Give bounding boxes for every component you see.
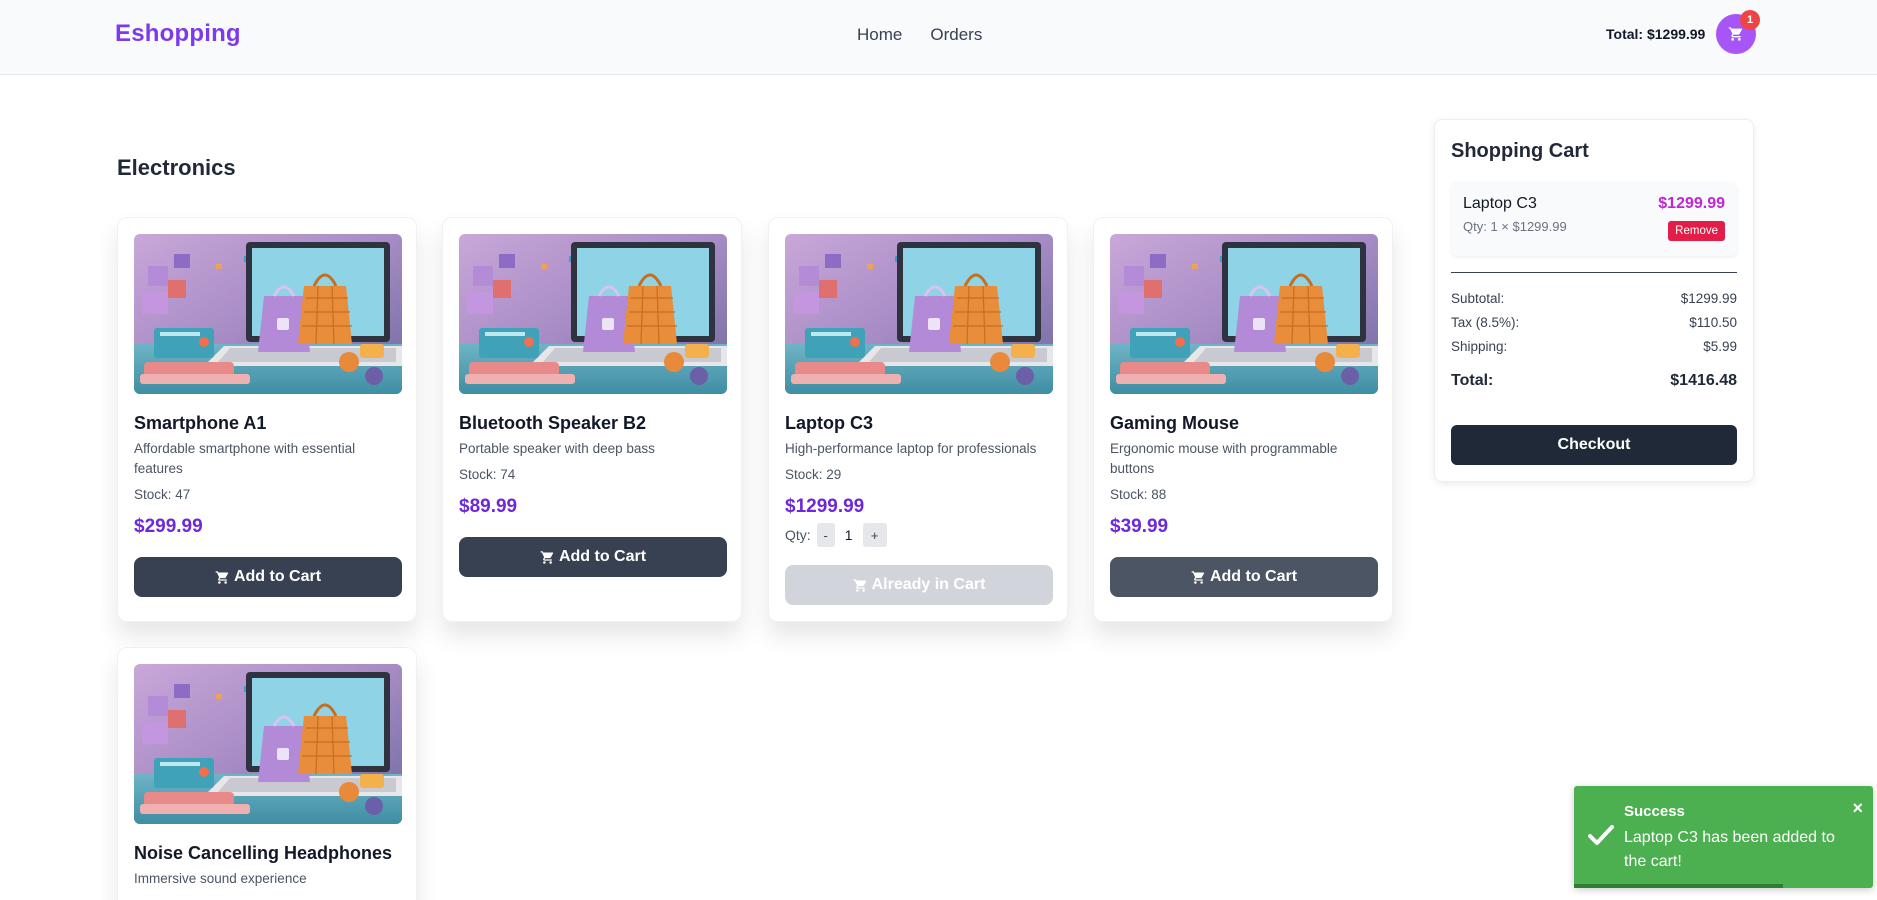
product-description: Affordable smartphone with essential fea… [134,441,356,476]
qty-decrement-button[interactable]: - [816,523,835,547]
nav-orders-link[interactable]: Orders [930,25,982,45]
brand-logo[interactable]: Eshopping [115,20,241,48]
product-price: $1299.99 [785,496,865,517]
product-card: Noise Cancelling Headphones Immersive so… [117,647,417,900]
product-image [785,234,1053,394]
product-name: Bluetooth Speaker B2 [459,413,647,433]
product-stock: Stock: 47 [134,487,191,502]
toast-message: Laptop C3 has been added to the cart! [1624,829,1835,870]
tax-row: Tax (8.5%): $110.50 [1451,315,1737,330]
product-description: Immersive sound experience [134,871,307,886]
shopping-cart-panel: Shopping Cart Laptop C3 Qty: 1 × $1299.9… [1434,119,1754,482]
subtotal-label: Subtotal: [1451,291,1505,306]
add-to-cart-button[interactable]: Add to Cart [134,557,402,597]
cart-item: Laptop C3 Qty: 1 × $1299.99 $1299.99 Rem… [1451,182,1737,256]
shipping-row: Shipping: $5.99 [1451,339,1737,354]
remove-item-button[interactable]: Remove [1668,221,1725,241]
cart-icon [215,570,229,584]
product-card: Laptop C3 High-performance laptop for pr… [768,217,1068,622]
success-toast: Success Laptop C3 has been added to the … [1574,786,1873,888]
nav-home-link[interactable]: Home [857,25,902,45]
cart-item-qty: Qty: 1 × $1299.99 [1463,219,1567,234]
toast-progress-bar [1574,884,1784,888]
product-image [134,234,402,394]
add-to-cart-label: Add to Cart [558,548,647,565]
cart-item-name: Laptop C3 [1463,195,1537,212]
product-stock: Stock: 29 [785,467,842,482]
product-name: Laptop C3 [785,413,873,433]
cart-count-badge: 1 [1740,10,1760,30]
product-image [1110,234,1378,394]
shipping-label: Shipping: [1451,339,1508,354]
product-description: Portable speaker with deep bass [459,441,655,456]
add-to-cart-label: Add to Cart [233,568,322,585]
already-in-cart-label: Already in Cart [871,576,986,593]
total-row: Total: $1416.48 [1451,372,1737,390]
product-price: $299.99 [134,516,203,537]
qty-label: Qty: [785,527,811,543]
subtotal-row: Subtotal: $1299.99 [1451,291,1737,306]
close-icon[interactable]: × [1852,798,1863,819]
checkout-button[interactable]: Checkout [1451,425,1737,465]
product-card: Smartphone A1 Affordable smartphone with… [117,217,417,622]
cart-icon [1191,570,1205,584]
shipping-value: $5.99 [1703,339,1737,354]
category-title: Electronics [117,155,236,180]
cart-item-price: $1299.99 [1658,195,1725,212]
tax-value: $110.50 [1689,315,1737,330]
subtotal-value: $1299.99 [1680,291,1737,306]
cart-icon [1728,27,1742,41]
toast-title: Success [1624,803,1685,820]
product-image [459,234,727,394]
product-stock: Stock: 74 [459,467,516,482]
cart-icon [853,578,866,592]
product-image [134,664,402,824]
header-cart-total: Total: $1299.99 [1606,26,1706,42]
total-value: $1416.48 [1670,372,1737,389]
product-description: Ergonomic mouse with programmable button… [1110,441,1338,476]
product-name: Smartphone A1 [134,413,267,433]
total-label: Total: [1451,372,1494,389]
qty-increment-button[interactable]: + [862,523,887,547]
product-name: Noise Cancelling Headphones [134,843,393,863]
product-name: Gaming Mouse [1110,413,1240,433]
product-description: High-performance laptop for professional… [785,441,1037,456]
product-stock: Stock: 88 [1110,487,1167,502]
product-card: Gaming Mouse Ergonomic mouse with progra… [1093,217,1393,622]
product-price: $89.99 [459,496,518,517]
cart-icon [540,550,554,564]
navbar: Eshopping Home Orders Total: $1299.99 1 [0,0,1877,75]
product-price: $39.99 [1110,516,1169,537]
product-card: Bluetooth Speaker B2 Portable speaker wi… [442,217,742,622]
quantity-stepper: Qty: - 1 + [785,523,887,547]
cart-title: Shopping Cart [1451,140,1589,162]
add-to-cart-button[interactable]: Add to Cart [459,537,727,577]
already-in-cart-button[interactable]: Already in Cart [785,565,1053,605]
cart-divider [1451,272,1737,273]
checkmark-icon [1588,825,1614,845]
main-nav: Home Orders [857,25,982,45]
qty-value: 1 [844,527,853,543]
tax-label: Tax (8.5%): [1451,315,1520,330]
add-to-cart-button[interactable]: Add to Cart [1110,557,1378,597]
add-to-cart-label: Add to Cart [1209,568,1298,585]
